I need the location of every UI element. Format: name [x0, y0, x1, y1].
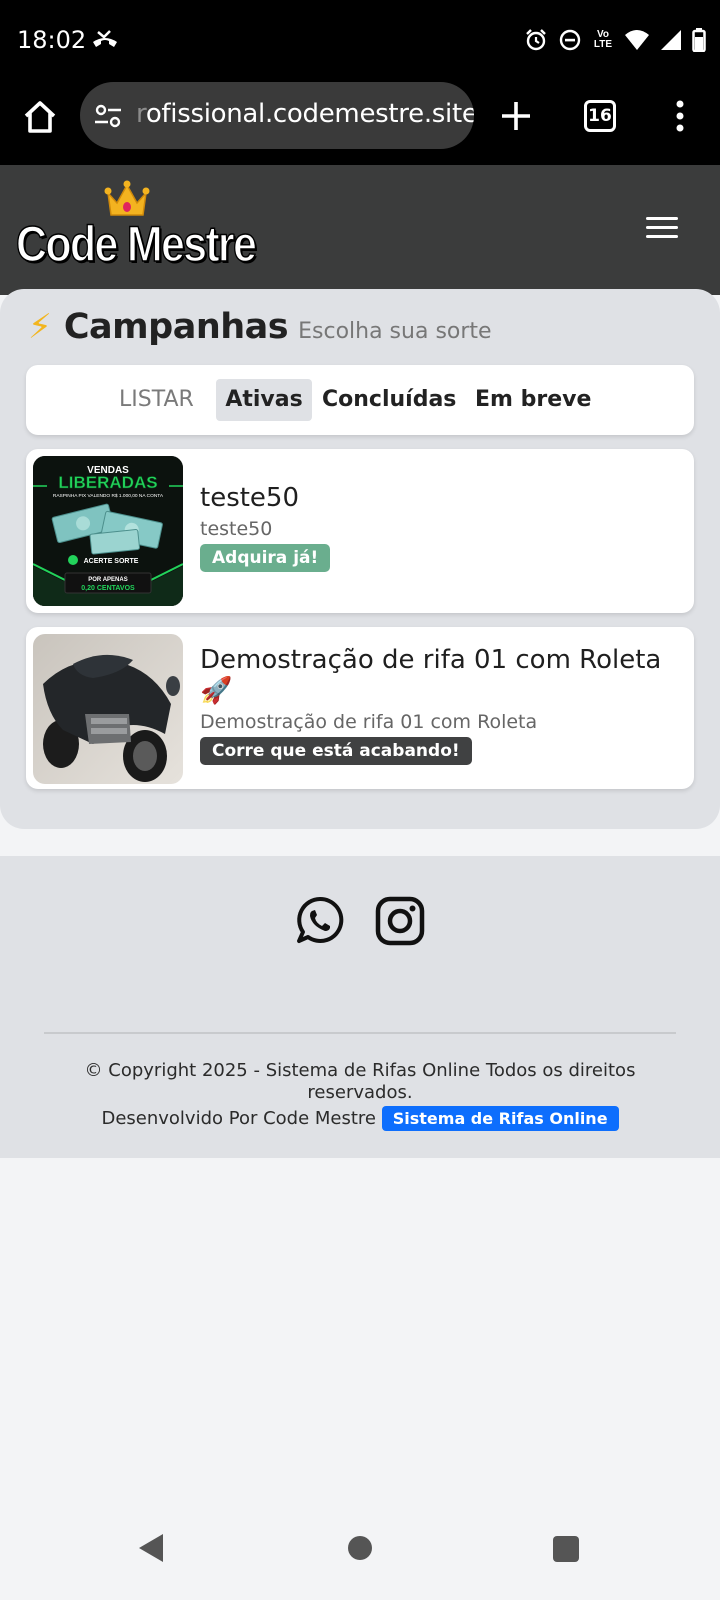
status-bar: 18:02 Vo LTE [0, 0, 720, 82]
site-header: Code Mestre [0, 165, 720, 295]
lightning-icon: ⚡ [28, 308, 52, 346]
volte-icon: Vo LTE [593, 29, 613, 50]
back-icon[interactable] [137, 1532, 165, 1564]
filter-label: LISTAR [119, 387, 194, 412]
recent-apps-icon[interactable] [553, 1536, 579, 1562]
page-subtitle: Escolha sua sorte [298, 319, 492, 344]
campaign-title[interactable]: Demostração de rifa 01 com Roleta 🚀 [200, 645, 680, 707]
address-bar[interactable]: rofissional.codemestre.site [80, 82, 474, 149]
battery-icon [692, 28, 706, 52]
campaign-subtitle: teste50 [200, 518, 273, 540]
svg-text:LIBERADAS: LIBERADAS [58, 473, 157, 492]
logo-text: Code Mestre [15, 215, 257, 273]
campaign-subtitle: Demostração de rifa 01 com Roleta [200, 711, 538, 733]
home-icon[interactable] [20, 97, 60, 137]
do-not-disturb-icon [559, 29, 581, 51]
url-text[interactable]: rofissional.codemestre.site [136, 99, 474, 129]
campaign-info: teste50 teste50 Adquira já! [200, 483, 680, 572]
campaign-status-badge[interactable]: Adquira já! [200, 544, 331, 572]
whatsapp-icon[interactable] [295, 896, 345, 946]
campaign-filter-bar: LISTAR Ativas Concluídas Em breve [26, 365, 694, 435]
wifi-icon [625, 30, 649, 50]
svg-text:ACERTE SORTE: ACERTE SORTE [84, 558, 139, 565]
developer-credit: Desenvolvido Por Code Mestre Sistema de … [0, 1106, 720, 1131]
footer-divider [44, 1032, 676, 1034]
tab-switcher-button[interactable]: 16 [584, 100, 616, 132]
campaign-thumbnail[interactable]: VENDAS LIBERADAS RASPINHA PIX VALENDO R$… [33, 456, 183, 606]
filter-completed-button[interactable]: Concluídas [322, 379, 456, 421]
campaign-card[interactable]: Demostração de rifa 01 com Roleta 🚀 Demo… [26, 627, 694, 789]
more-options-icon[interactable] [670, 98, 690, 134]
signal-icon [661, 30, 681, 50]
home-nav-icon[interactable] [348, 1536, 372, 1560]
campaign-card[interactable]: VENDAS LIBERADAS RASPINHA PIX VALENDO R$… [26, 449, 694, 613]
crown-icon [104, 180, 150, 216]
developer-credit-text: Desenvolvido Por Code Mestre [101, 1108, 376, 1129]
site-logo[interactable]: Code Mestre [15, 179, 258, 279]
motorcycle-image [33, 634, 183, 784]
site-settings-icon[interactable] [94, 104, 122, 128]
campaign-info: Demostração de rifa 01 com Roleta 🚀 Demo… [200, 645, 680, 765]
status-icons: Vo LTE [524, 28, 706, 52]
campaign-thumbnail-image: VENDAS LIBERADAS RASPINHA PIX VALENDO R$… [33, 456, 183, 606]
campaign-status-badge[interactable]: Corre que está acabando! [200, 737, 472, 765]
browser-toolbar: rofissional.codemestre.site 16 [0, 82, 720, 165]
site-footer: © Copyright 2025 - Sistema de Rifas Onli… [0, 856, 720, 1158]
copyright-text: © Copyright 2025 - Sistema de Rifas Onli… [84, 1060, 636, 1103]
new-tab-icon[interactable] [498, 98, 534, 134]
instagram-icon[interactable] [375, 896, 425, 946]
missed-call-icon [93, 30, 117, 47]
hamburger-menu-icon[interactable] [646, 217, 678, 241]
filter-soon-button[interactable]: Em breve [475, 379, 591, 421]
developer-link[interactable]: Sistema de Rifas Online [381, 1106, 619, 1131]
system-navigation-bar [0, 1520, 720, 1600]
campaign-thumbnail[interactable] [33, 634, 183, 784]
svg-text:0,20 CENTAVOS: 0,20 CENTAVOS [81, 585, 135, 592]
section-heading: ⚡ Campanhas Escolha sua sorte [28, 307, 492, 347]
campaigns-section: ⚡ Campanhas Escolha sua sorte LISTAR Ati… [0, 289, 720, 829]
page-title: Campanhas [63, 307, 289, 347]
filter-active-button[interactable]: Ativas [216, 379, 312, 421]
svg-text:RASPINHA PIX VALENDO R$ 1.000,: RASPINHA PIX VALENDO R$ 1.000,00 NA CONT… [53, 493, 164, 499]
alarm-icon [526, 29, 546, 51]
campaign-title[interactable]: teste50 [200, 483, 680, 514]
status-time: 18:02 [17, 26, 87, 54]
svg-text:POR APENAS: POR APENAS [88, 577, 127, 583]
